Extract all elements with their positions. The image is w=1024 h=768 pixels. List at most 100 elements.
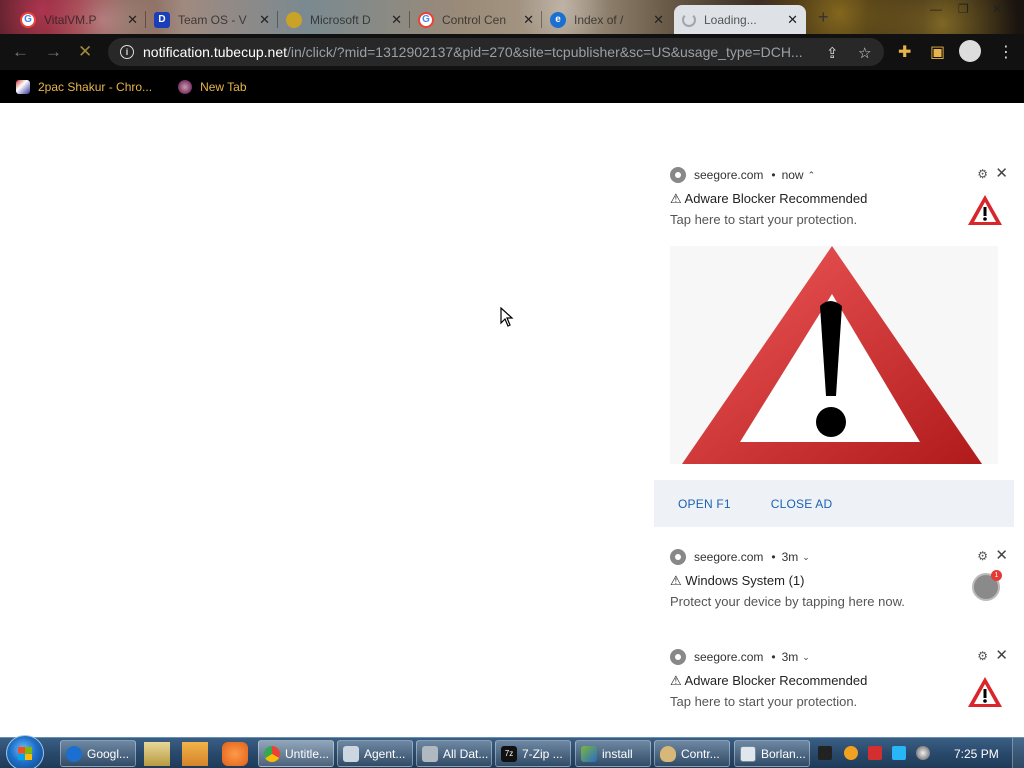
tab-4[interactable]: G Control Cen ✕: [410, 5, 542, 34]
expand-caret-icon[interactable]: ⌄: [802, 552, 810, 563]
d-icon: D: [154, 11, 170, 28]
tray-search-icon[interactable]: [844, 746, 858, 760]
new-tab-button[interactable]: +: [818, 7, 829, 28]
chrome-icon: [670, 167, 686, 183]
url-host: notification.tubecup.net: [143, 44, 287, 60]
close-tab-icon[interactable]: ✕: [259, 12, 270, 28]
notification-site: seegore.com: [694, 550, 764, 564]
google-icon: G: [20, 11, 36, 28]
notification-close-button[interactable]: ✕: [995, 646, 1008, 664]
photo-icon: [16, 79, 30, 94]
bookmark-2pac[interactable]: 2pac Shakur - Chro...: [16, 79, 152, 94]
taskbar-item[interactable]: All Dat...: [416, 740, 492, 767]
notification-title: ⚠ Adware Blocker Recommended: [670, 673, 868, 688]
explorer-icon[interactable]: [144, 742, 170, 766]
notification-title: ⚠ Adware Blocker Recommended: [670, 191, 868, 206]
taskbar-item-label: Untitle...: [285, 746, 330, 761]
tray-volume-icon[interactable]: [916, 746, 930, 760]
chrome-icon: [670, 649, 686, 665]
bookmark-star-icon[interactable]: ☆: [858, 44, 871, 62]
notification-close-button[interactable]: ✕: [995, 164, 1008, 182]
close-window-button[interactable]: ✕: [992, 2, 1002, 16]
tray-app-icon[interactable]: [818, 746, 832, 760]
taskbar-item-label: Contr...: [681, 746, 720, 761]
coin-icon: [286, 11, 302, 28]
installer-icon: [581, 745, 597, 762]
notification-body: Protect your device by tapping here now.: [670, 594, 905, 609]
close-tab-icon[interactable]: ✕: [523, 12, 534, 28]
taskbar-item-active[interactable]: Untitle...: [258, 740, 334, 767]
close-tab-icon[interactable]: ✕: [127, 12, 138, 28]
close-tab-icon[interactable]: ✕: [653, 12, 664, 28]
notification-card[interactable]: seegore.com • now ⌃ ⚙ ✕ ⚠ Adware Blocker…: [654, 165, 1014, 235]
tab-strip: G VitalVM.P ✕ D Team OS - V ✕ Microsoft …: [0, 0, 1024, 34]
taskbar-item[interactable]: install: [575, 740, 651, 767]
close-ad-button[interactable]: CLOSE AD: [771, 497, 833, 511]
tab-5[interactable]: e Index of / ✕: [542, 5, 672, 34]
open-f1-button[interactable]: OPEN F1: [678, 497, 731, 511]
menu-kebab-icon[interactable]: ⋮: [998, 42, 1014, 62]
notification-settings-icon[interactable]: ⚙: [977, 549, 988, 563]
forward-button[interactable]: →: [45, 42, 62, 62]
notification-card[interactable]: seegore.com • 3m ⌄ ⚙ ✕ ⚠ Adware Blocker …: [654, 647, 1014, 717]
close-tab-icon[interactable]: ✕: [787, 12, 798, 28]
site-info-icon[interactable]: i: [120, 45, 134, 59]
notification-image[interactable]: [670, 246, 998, 464]
collapse-caret-icon[interactable]: ⌃: [808, 170, 816, 181]
minimize-button[interactable]: —: [930, 2, 942, 16]
tab-active-loading[interactable]: Loading... ✕: [674, 5, 806, 34]
tab-2[interactable]: D Team OS - V ✕: [146, 5, 278, 34]
browser-toolbar: ← → ✕ i notification.tubecup.net/in/clic…: [0, 34, 1024, 70]
url-text[interactable]: notification.tubecup.net/in/click/?mid=1…: [143, 44, 823, 60]
7zip-icon: 7z: [501, 745, 517, 762]
tab-1[interactable]: G VitalVM.P ✕: [12, 5, 146, 34]
notification-header: seegore.com • 3m ⌄: [654, 547, 1014, 567]
separator-dot: •: [771, 550, 776, 564]
stop-loading-button[interactable]: ✕: [78, 42, 92, 62]
address-bar[interactable]: i notification.tubecup.net/in/click/?mid…: [108, 38, 884, 66]
notification-settings-icon[interactable]: ⚙: [977, 649, 988, 663]
show-desktop-button[interactable]: [1012, 738, 1024, 768]
expand-caret-icon[interactable]: ⌄: [802, 652, 810, 663]
app-pin-icon[interactable]: [222, 742, 248, 766]
tab-title: VitalVM.P: [44, 12, 97, 27]
taskbar-item[interactable]: 7z 7-Zip ...: [495, 740, 571, 767]
drive-icon: [422, 745, 438, 762]
notification-time: 3m: [781, 650, 799, 664]
tab-title: Team OS - V: [178, 12, 247, 27]
taskbar-item-label: Agent...: [364, 746, 406, 761]
taskbar-item-label: Googl...: [87, 746, 130, 761]
back-button[interactable]: ←: [12, 42, 29, 62]
extensions-icon[interactable]: ✚: [898, 42, 911, 62]
tray-flag-icon[interactable]: [868, 746, 882, 760]
taskbar-item-label: Borlan...: [761, 746, 806, 761]
media-player-icon[interactable]: [182, 742, 208, 766]
notification-time: 3m: [781, 550, 799, 564]
profile-avatar-icon[interactable]: [959, 40, 981, 62]
start-button[interactable]: [6, 735, 44, 768]
restore-button[interactable]: ❐: [958, 2, 969, 16]
notification-body: Tap here to start your protection.: [670, 694, 858, 709]
windows-taskbar: Googl... Untitle... Agent... All Dat... …: [0, 735, 1024, 768]
bookmarks-bar: 2pac Shakur - Chro... New Tab: [0, 70, 1024, 103]
taskbar-item-label: 7-Zip ...: [522, 746, 563, 761]
side-panel-icon[interactable]: ▣: [930, 42, 945, 62]
taskbar-item[interactable]: Borlan...: [734, 740, 810, 767]
tab-title: Microsoft D: [310, 12, 371, 27]
notification-header: seegore.com • now ⌃: [654, 165, 1014, 185]
share-icon[interactable]: ⇪: [826, 44, 839, 62]
notification-card[interactable]: seegore.com • 3m ⌄ ⚙ ✕ ⚠ Windows System …: [654, 547, 1014, 617]
tray-network-icon[interactable]: [892, 746, 906, 760]
taskbar-item[interactable]: Agent...: [337, 740, 413, 767]
notification-settings-icon[interactable]: ⚙: [977, 167, 988, 181]
notification-close-button[interactable]: ✕: [995, 546, 1008, 564]
taskbar-item[interactable]: Contr...: [654, 740, 730, 767]
close-tab-icon[interactable]: ✕: [391, 12, 402, 28]
warning-triangle-icon: [968, 195, 1002, 225]
tab-3[interactable]: Microsoft D ✕: [278, 5, 410, 34]
bookmark-new-tab[interactable]: New Tab: [178, 79, 247, 94]
taskbar-clock[interactable]: 7:25 PM: [954, 747, 999, 761]
warning-triangle-icon: [968, 677, 1002, 707]
taskbar-item[interactable]: Googl...: [60, 740, 136, 767]
tab-title: Control Cen: [442, 12, 507, 27]
